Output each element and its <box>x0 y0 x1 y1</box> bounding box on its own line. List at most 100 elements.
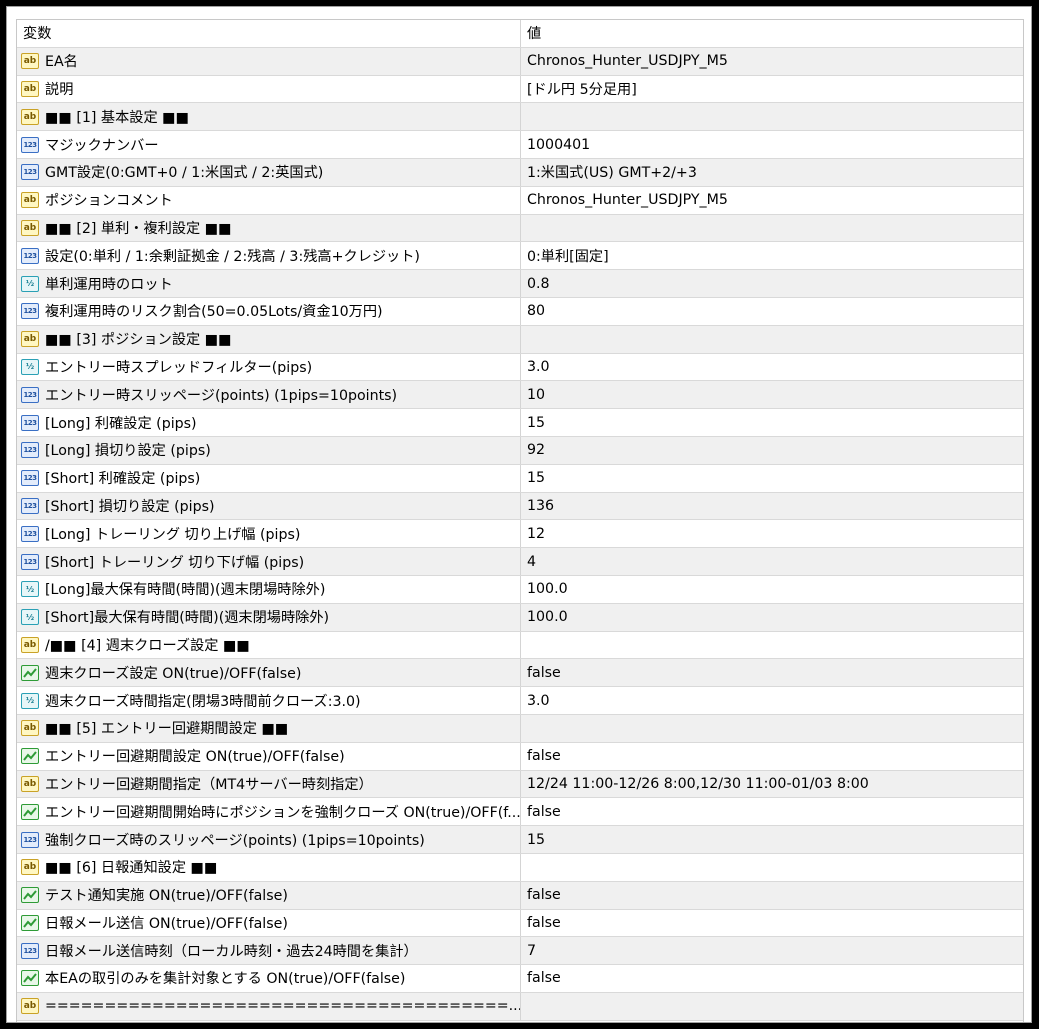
variable-value-cell[interactable]: Chronos_Hunter_USDJPY_M5 <box>521 187 1023 214</box>
table-row[interactable]: 123 日報メール送信時刻（ローカル時刻・過去24時間を集計） 7 <box>17 937 1023 966</box>
variable-name-cell: 123 GMT設定(0:GMT+0 / 1:米国式 / 2:英国式) <box>17 158 521 186</box>
variable-name-label: 説明 <box>45 81 74 98</box>
table-row[interactable]: ab ポジションコメント Chronos_Hunter_USDJPY_M5 <box>17 186 1023 215</box>
variable-name-cell: ½ 単利運用時のロット <box>17 270 521 297</box>
variable-value-cell[interactable]: 12 <box>521 520 1023 547</box>
table-row[interactable]: 123 [Short] トレーリング 切り下げ幅 (pips) 4 <box>17 548 1023 576</box>
variable-value-cell[interactable]: 100.0 <box>521 604 1023 631</box>
variable-name-label: ■■ [6] 日報通知設定 ■■ <box>45 860 218 877</box>
variable-value-cell[interactable]: false <box>521 882 1023 909</box>
variable-name-label: 週末クローズ時間指定(閉場3時間前クローズ:3.0) <box>45 693 361 710</box>
variable-value-cell[interactable]: false <box>521 910 1023 937</box>
variable-value-cell[interactable]: 15 <box>521 826 1023 853</box>
variable-value-cell[interactable]: 3.0 <box>521 687 1023 714</box>
variable-value-cell[interactable] <box>521 715 1023 742</box>
variable-value-cell[interactable]: 3.0 <box>521 354 1023 381</box>
variable-value-cell[interactable]: [ドル円 5分足用] <box>521 76 1023 103</box>
table-row[interactable]: 123 [Long] 損切り設定 (pips) 92 <box>17 436 1023 465</box>
variable-value-cell[interactable]: 15 <box>521 409 1023 436</box>
variable-name-cell: ab EA名 <box>17 47 521 75</box>
variable-value-cell[interactable] <box>521 215 1023 242</box>
table-row[interactable]: 123 [Short] 利確設定 (pips) 15 <box>17 464 1023 493</box>
variable-value-cell[interactable]: 136 <box>521 493 1023 520</box>
variable-value-cell[interactable]: 0.8 <box>521 270 1023 297</box>
table-row[interactable]: 日報メール送信 ON(true)/OFF(false) false <box>17 909 1023 938</box>
variable-value-cell[interactable]: 80 <box>521 298 1023 325</box>
table-row[interactable]: 123 設定(0:単利 / 1:余剰証拠金 / 2:残高 / 3:残高+クレジット… <box>17 242 1023 271</box>
variable-value-cell[interactable]: 15 <box>521 465 1023 492</box>
table-row[interactable]: ½ エントリー時スプレッドフィルター(pips) 3.0 <box>17 353 1023 382</box>
table-row[interactable]: ab ■■ [5] エントリー回避期間設定 ■■ <box>17 714 1023 743</box>
variable-value-cell[interactable]: false <box>521 743 1023 770</box>
table-row[interactable]: ½ 週末クローズ時間指定(閉場3時間前クローズ:3.0) 3.0 <box>17 687 1023 715</box>
variable-name-cell: 123 設定(0:単利 / 1:余剰証拠金 / 2:残高 / 3:残高+クレジット… <box>17 242 521 270</box>
table-row[interactable]: 123 強制クローズ時のスリッページ(points) (1pips=10point… <box>17 826 1023 854</box>
variable-value-cell[interactable]: 0:単利[固定] <box>521 242 1023 269</box>
variable-value-cell[interactable]: false <box>521 798 1023 825</box>
string-type-icon: ab <box>21 636 39 653</box>
integer-type-icon: 123 <box>21 414 39 431</box>
variable-name-label: [Short] 損切り設定 (pips) <box>45 498 215 515</box>
table-row[interactable]: ab ■■ [6] 日報通知設定 ■■ <box>17 853 1023 882</box>
table-row[interactable]: テスト通知実施 ON(true)/OFF(false) false <box>17 881 1023 910</box>
variable-value-cell[interactable] <box>521 326 1023 353</box>
variable-name-cell: ab ■■ [6] 日報通知設定 ■■ <box>17 853 521 881</box>
table-row[interactable]: ½ 単利運用時のロット 0.8 <box>17 270 1023 298</box>
table-row[interactable]: 123 [Long] 利確設定 (pips) 15 <box>17 409 1023 437</box>
table-row[interactable]: 123 [Short] 損切り設定 (pips) 136 <box>17 492 1023 521</box>
double-type-icon: ½ <box>21 692 39 709</box>
variable-value-cell[interactable] <box>521 632 1023 659</box>
boolean-type-icon <box>21 748 39 765</box>
table-row[interactable]: ab ======================================… <box>17 992 1023 1021</box>
table-row[interactable]: 週末クローズ設定 ON(true)/OFF(false) false <box>17 659 1023 688</box>
table-row[interactable]: ½ [Short]最大保有時間(時間)(週末閉場時除外) 100.0 <box>17 603 1023 632</box>
table-row[interactable]: 本EAの取引のみを集計対象とする ON(true)/OFF(false) fals… <box>17 965 1023 993</box>
variable-name-cell: ½ [Long]最大保有時間(時間)(週末閉場時除外) <box>17 575 521 603</box>
table-row[interactable]: ab エントリー回避期間指定（MT4サーバー時刻指定） 12/24 11:00-12… <box>17 770 1023 799</box>
boolean-type-icon <box>21 803 39 820</box>
variable-value-cell[interactable]: 7 <box>521 937 1023 964</box>
table-row[interactable]: ab ■■ [3] ポジション設定 ■■ <box>17 325 1023 354</box>
table-row[interactable]: エントリー回避期間開始時にポジションを強制クローズ ON(true)/OFF(f… <box>17 798 1023 827</box>
variable-value-cell[interactable] <box>521 103 1023 130</box>
variable-value-cell[interactable]: 1:米国式(US) GMT+2/+3 <box>521 159 1023 186</box>
table-row[interactable]: 123 複利運用時のリスク割合(50=0.05Lots/資金10万円) 80 <box>17 297 1023 326</box>
table-row[interactable]: ½ [Long]最大保有時間(時間)(週末閉場時除外) 100.0 <box>17 575 1023 604</box>
variable-name-label: テスト通知実施 ON(true)/OFF(false) <box>45 888 288 905</box>
variable-value-cell[interactable]: false <box>521 965 1023 992</box>
variable-name-label: ■■ [2] 単利・複利設定 ■■ <box>45 220 232 237</box>
table-row[interactable]: 123 マジックナンバー 1000401 <box>17 131 1023 159</box>
variable-name-label: 複利運用時のリスク割合(50=0.05Lots/資金10万円) <box>45 304 383 321</box>
table-row[interactable]: ab ■■ [2] 単利・複利設定 ■■ <box>17 214 1023 243</box>
table-row[interactable]: 123 エントリー時スリッページ(points) (1pips=10points)… <box>17 381 1023 410</box>
variable-value-cell[interactable]: false <box>521 659 1023 686</box>
variable-value-cell[interactable]: 4 <box>521 548 1023 575</box>
integer-type-icon: 123 <box>21 553 39 570</box>
variable-name-cell: 123 [Short] 利確設定 (pips) <box>17 464 521 492</box>
variable-name-cell: 週末クローズ設定 ON(true)/OFF(false) <box>17 659 521 687</box>
table-row[interactable]: ab ■■ [1] 基本設定 ■■ <box>17 103 1023 132</box>
variable-value-cell[interactable]: 92 <box>521 437 1023 464</box>
table-row[interactable]: エントリー回避期間設定 ON(true)/OFF(false) false <box>17 742 1023 771</box>
variable-value-cell[interactable]: 1000401 <box>521 131 1023 158</box>
variable-value-cell[interactable]: 10 <box>521 381 1023 408</box>
variable-value-cell[interactable]: 100.0 <box>521 576 1023 603</box>
string-type-icon: ab <box>21 192 39 209</box>
variable-value-cell[interactable] <box>521 993 1023 1020</box>
column-header-variable[interactable]: 変数 <box>17 20 521 47</box>
variable-name-cell: ab ポジションコメント <box>17 186 521 214</box>
table-row[interactable]: ab /■■ [4] 週末クローズ設定 ■■ <box>17 631 1023 660</box>
table-row[interactable]: 123 [Long] トレーリング 切り上げ幅 (pips) 12 <box>17 520 1023 549</box>
variable-name-label: [Short]最大保有時間(時間)(週末閉場時除外) <box>45 610 330 627</box>
table-row[interactable]: ab 説明 [ドル円 5分足用] <box>17 75 1023 104</box>
table-row[interactable]: ab EA名 Chronos_Hunter_USDJPY_M5 <box>17 47 1023 76</box>
variable-name-cell: ab ======================================… <box>17 992 521 1020</box>
string-type-icon: ab <box>21 775 39 792</box>
variable-name-label: ■■ [1] 基本設定 ■■ <box>45 109 189 126</box>
column-header-value[interactable]: 値 <box>521 20 1023 47</box>
variable-value-cell[interactable]: Chronos_Hunter_USDJPY_M5 <box>521 48 1023 75</box>
table-row[interactable]: 123 GMT設定(0:GMT+0 / 1:米国式 / 2:英国式) 1:米国式(U… <box>17 158 1023 187</box>
variable-value-cell[interactable] <box>521 854 1023 881</box>
variable-value-cell[interactable]: 12/24 11:00-12/26 8:00,12/30 11:00-01/03… <box>521 771 1023 798</box>
string-type-icon: ab <box>21 998 39 1015</box>
